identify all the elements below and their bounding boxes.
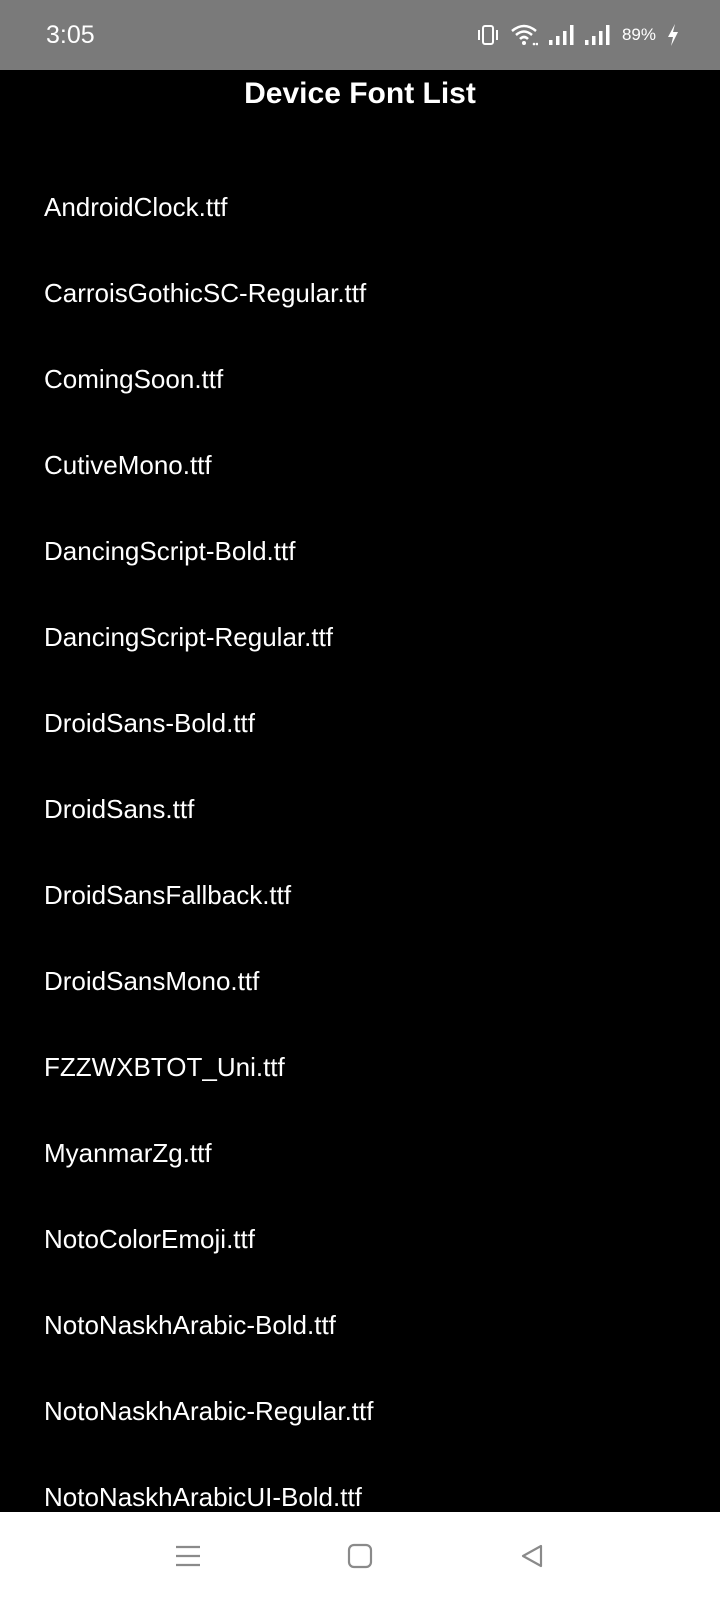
font-list-item[interactable]: FZZWXBTOT_Uni.ttf [0,1024,720,1110]
font-list-item[interactable]: DroidSans-Bold.ttf [0,680,720,766]
font-list-item[interactable]: DroidSansFallback.ttf [0,852,720,938]
font-list-item[interactable]: MyanmarZg.ttf [0,1110,720,1196]
back-icon [519,1543,545,1569]
wifi-icon [510,23,538,47]
status-bar: 3:05 89% [0,0,720,70]
vibrate-icon [476,23,500,47]
font-list-item[interactable]: AndroidClock.ttf [0,164,720,250]
status-time: 3:05 [46,21,95,49]
font-list-item[interactable]: NotoColorEmoji.ttf [0,1196,720,1282]
font-list-item[interactable]: ComingSoon.ttf [0,336,720,422]
status-icons: 89% [466,20,680,50]
charging-icon [666,23,680,47]
back-button[interactable] [512,1536,552,1576]
battery-percent: 89% [621,25,656,44]
signal-icon [548,23,574,47]
font-list-item[interactable]: DancingScript-Bold.ttf [0,508,720,594]
font-list-item[interactable]: CarroisGothicSC-Regular.ttf [0,250,720,336]
font-list-item[interactable]: NotoNaskhArabic-Bold.ttf [0,1282,720,1368]
font-list[interactable]: AndroidClock.ttf CarroisGothicSC-Regular.… [0,164,720,1510]
menu-icon [175,1543,201,1569]
home-icon [347,1543,373,1569]
app-screen: Device Font List AndroidClock.ttf Carrois… [0,70,720,1510]
navigation-bar [0,1512,720,1600]
font-list-item[interactable]: CutiveMono.ttf [0,422,720,508]
font-list-item[interactable]: DroidSansMono.ttf [0,938,720,1024]
page-title: Device Font List [244,77,476,110]
signal-icon [584,23,610,47]
font-list-item[interactable]: DroidSans.ttf [0,766,720,852]
font-list-item[interactable]: NotoNaskhArabic-Regular.ttf [0,1368,720,1454]
home-button[interactable] [340,1536,380,1576]
font-list-item[interactable]: NotoNaskhArabicUI-Bold.ttf [0,1454,720,1510]
menu-button[interactable] [168,1536,208,1576]
font-list-item[interactable]: DancingScript-Regular.ttf [0,594,720,680]
